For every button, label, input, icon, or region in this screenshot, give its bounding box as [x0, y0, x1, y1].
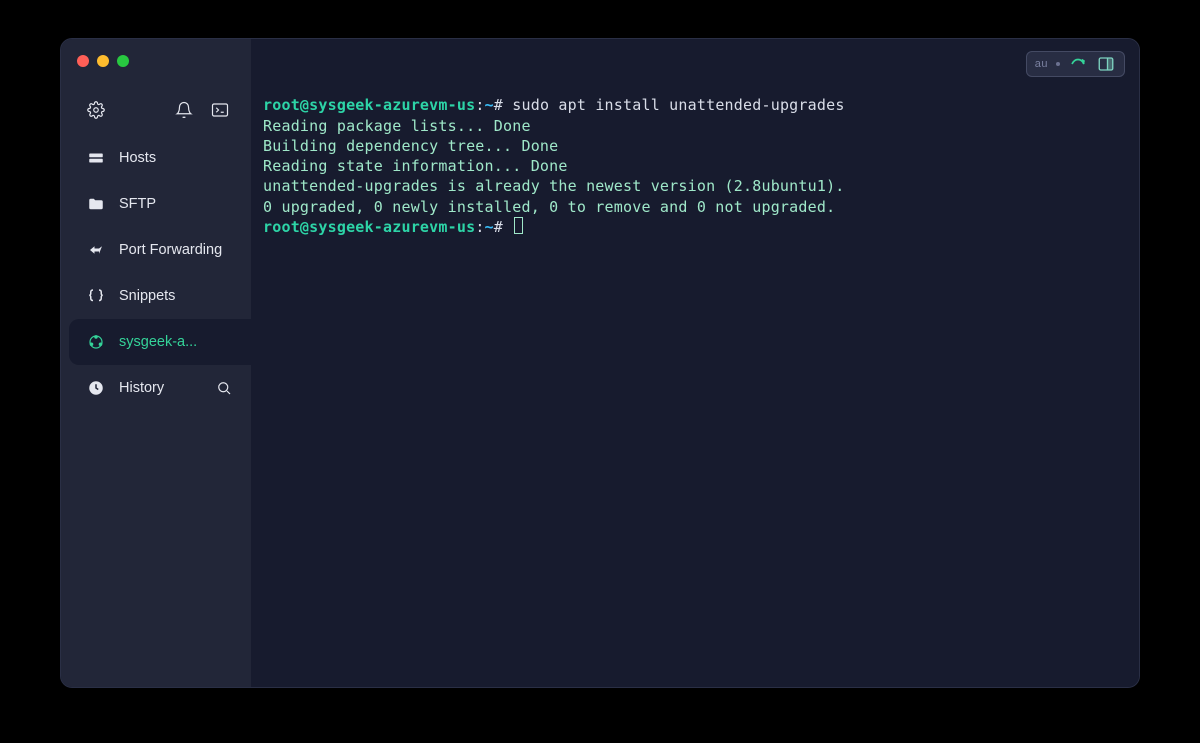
- output-line: Reading package lists... Done: [263, 117, 531, 135]
- sidebar-item-session[interactable]: sysgeek-a...: [69, 319, 251, 365]
- search-icon[interactable]: [215, 379, 233, 397]
- mode-label: au: [1035, 58, 1048, 70]
- sidebar-item-port-forwarding[interactable]: Port Forwarding: [61, 227, 251, 273]
- zoom-window-button[interactable]: [117, 55, 129, 67]
- bell-icon[interactable]: [175, 101, 193, 119]
- app-window: Hosts SFTP Port Forwarding Snippets: [60, 38, 1140, 688]
- sidebar-item-label: sysgeek-a...: [119, 334, 197, 350]
- prompt-symbol: #: [494, 218, 503, 236]
- share-icon[interactable]: [1068, 55, 1088, 73]
- window-controls: [61, 39, 251, 79]
- folder-icon: [87, 195, 105, 213]
- separator-dot: [1056, 62, 1060, 66]
- sidebar-top-row: [61, 79, 251, 129]
- sidebar-item-history[interactable]: History: [61, 365, 251, 411]
- output-line: unattended-upgrades is already the newes…: [263, 177, 845, 195]
- history-icon: [87, 379, 105, 397]
- sidebar-nav: Hosts SFTP Port Forwarding Snippets: [61, 129, 251, 411]
- prompt-user-host: root@sysgeek-azurevm-us: [263, 96, 475, 114]
- hosts-icon: [87, 149, 105, 167]
- sidebar-item-sftp[interactable]: SFTP: [61, 181, 251, 227]
- pane-toolbar: au: [1026, 51, 1125, 77]
- output-line: Reading state information... Done: [263, 157, 568, 175]
- sidebar-item-label: Hosts: [119, 150, 156, 166]
- settings-icon[interactable]: [87, 101, 105, 119]
- terminal-icon[interactable]: [211, 101, 229, 119]
- sidebar: Hosts SFTP Port Forwarding Snippets: [61, 39, 251, 687]
- sidebar-item-hosts[interactable]: Hosts: [61, 135, 251, 181]
- braces-icon: [87, 287, 105, 305]
- terminal-pane[interactable]: au root@sysgeek-azurevm-us:~# sudo apt i…: [251, 39, 1139, 687]
- ubuntu-icon: [87, 333, 105, 351]
- sidebar-item-label: History: [119, 380, 164, 396]
- sidebar-item-label: SFTP: [119, 196, 156, 212]
- cursor: [514, 217, 523, 234]
- forward-icon: [87, 241, 105, 259]
- minimize-window-button[interactable]: [97, 55, 109, 67]
- prompt-path: ~: [485, 218, 494, 236]
- output-line: 0 upgraded, 0 newly installed, 0 to remo…: [263, 198, 835, 216]
- prompt-user-host: root@sysgeek-azurevm-us: [263, 218, 475, 236]
- prompt-symbol: #: [494, 96, 503, 114]
- prompt-sep: :: [475, 96, 484, 114]
- sidebar-item-label: Port Forwarding: [119, 242, 222, 258]
- command-text: sudo apt install unattended-upgrades: [512, 96, 844, 114]
- terminal-output: root@sysgeek-azurevm-us:~# sudo apt inst…: [263, 75, 1117, 257]
- sidebar-item-label: Snippets: [119, 288, 175, 304]
- output-line: Building dependency tree... Done: [263, 137, 558, 155]
- sidebar-item-snippets[interactable]: Snippets: [61, 273, 251, 319]
- close-window-button[interactable]: [77, 55, 89, 67]
- prompt-sep: :: [475, 218, 484, 236]
- prompt-path: ~: [485, 96, 494, 114]
- split-pane-icon[interactable]: [1096, 55, 1116, 73]
